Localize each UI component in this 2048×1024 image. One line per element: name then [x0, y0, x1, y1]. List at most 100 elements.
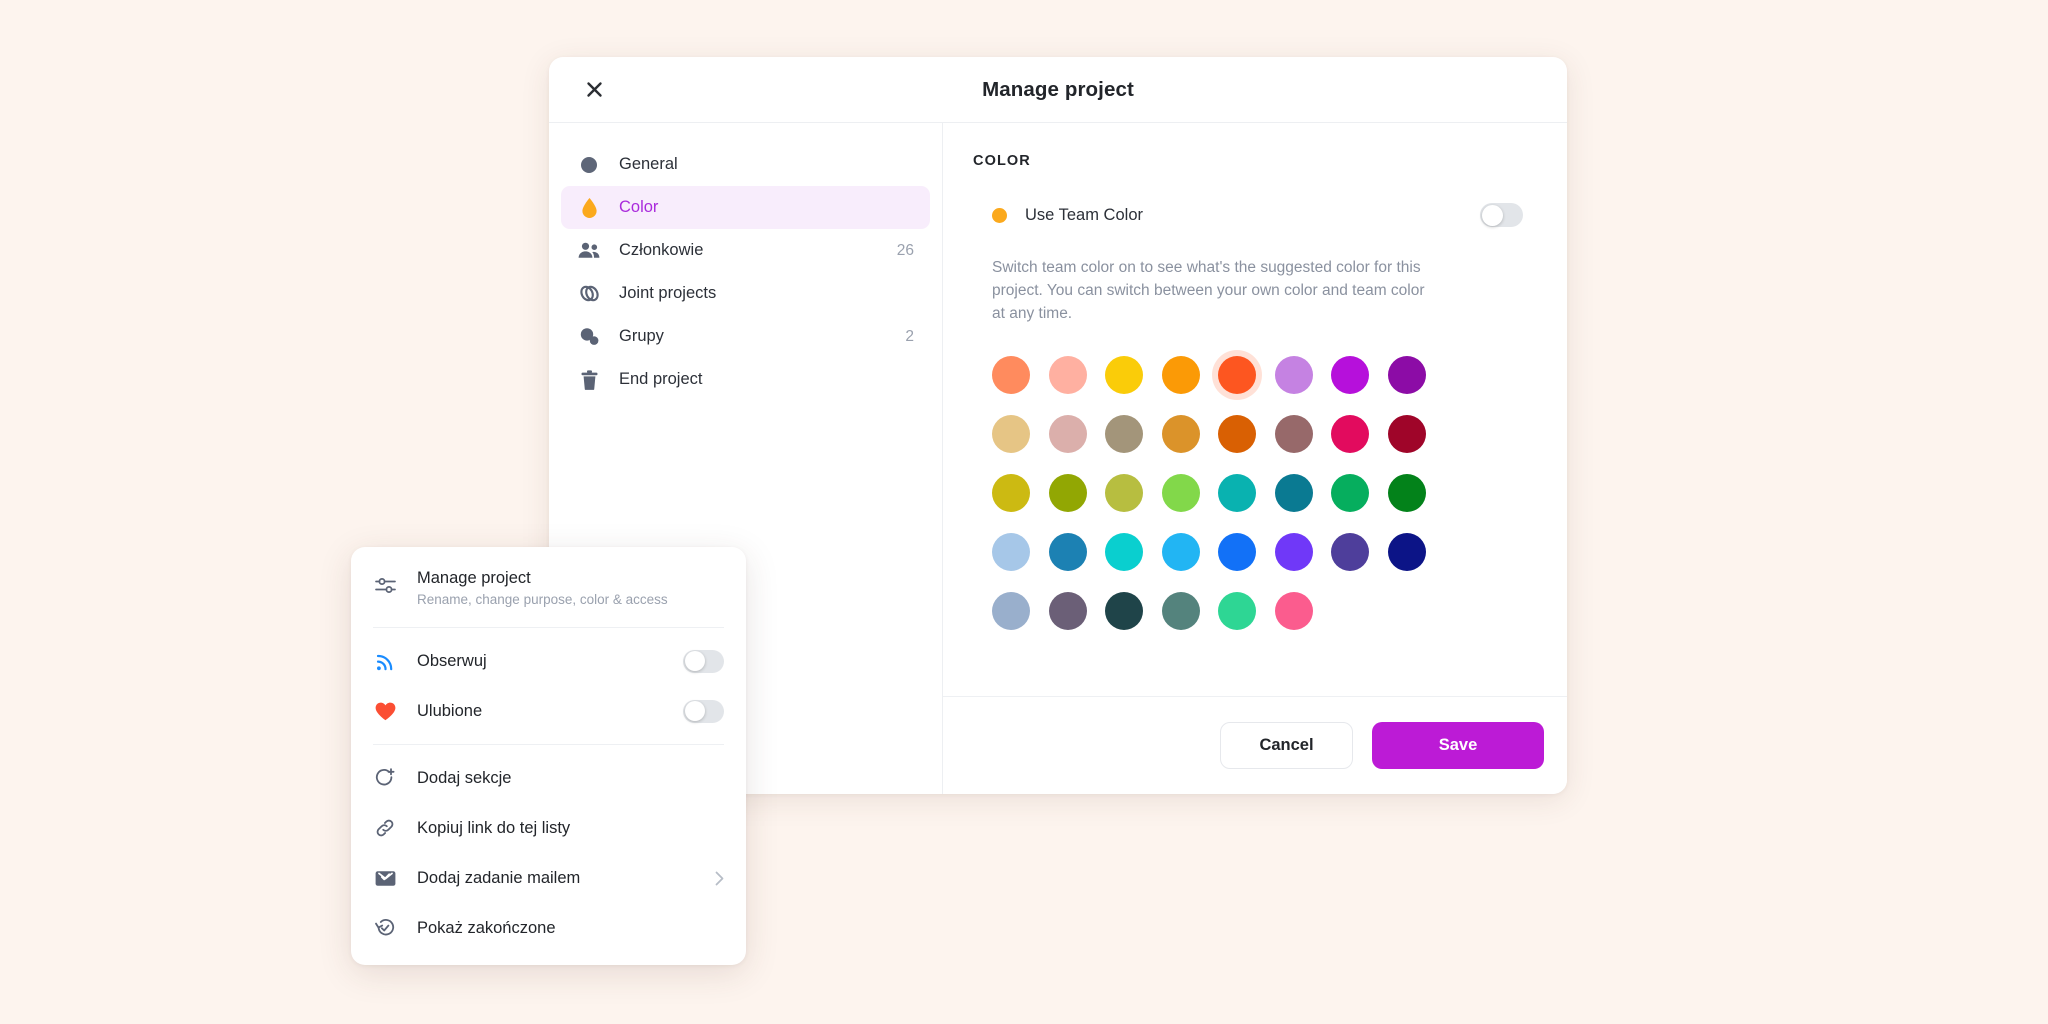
color-swatch[interactable] — [1274, 414, 1313, 453]
color-swatch-selected[interactable] — [1212, 349, 1275, 400]
color-swatch[interactable] — [1387, 414, 1426, 453]
color-swatch[interactable] — [1218, 532, 1256, 571]
sidebar-item-grupy[interactable]: Grupy 2 — [561, 315, 930, 358]
color-swatch-cell[interactable] — [992, 473, 1049, 512]
color-swatch-cell[interactable] — [1387, 473, 1445, 512]
color-swatch-cell[interactable] — [1048, 355, 1106, 394]
obserwuj-toggle[interactable] — [683, 649, 724, 673]
ulubione-toggle[interactable] — [683, 699, 724, 723]
color-swatch-cell[interactable] — [1274, 355, 1332, 394]
color-swatch-cell[interactable] — [1218, 473, 1275, 512]
color-swatch[interactable] — [1387, 473, 1426, 512]
color-swatch-cell[interactable] — [1161, 355, 1219, 394]
color-swatch-cell[interactable] — [1105, 414, 1162, 453]
color-swatch-cell[interactable] — [1161, 473, 1219, 512]
color-swatch-cell[interactable] — [1218, 414, 1275, 453]
color-swatch-cell[interactable] — [992, 355, 1049, 394]
color-swatch-cell[interactable] — [1161, 591, 1219, 630]
color-swatch-cell[interactable] — [1331, 355, 1388, 394]
color-swatch[interactable] — [1331, 532, 1369, 571]
color-swatch[interactable] — [1387, 532, 1426, 571]
color-swatch[interactable] — [1331, 473, 1369, 512]
color-swatch[interactable] — [1105, 414, 1143, 453]
sidebar-item-color[interactable]: Color — [561, 186, 930, 229]
color-swatch[interactable] — [1161, 591, 1200, 630]
color-swatch[interactable] — [1161, 473, 1200, 512]
sidebar-item-general[interactable]: General — [561, 143, 930, 186]
color-swatch-cell[interactable] — [1048, 473, 1106, 512]
color-swatch-cell[interactable] — [1331, 414, 1388, 453]
context-menu-item-dodaj-sekcje[interactable]: Dodaj sekcje — [351, 753, 746, 803]
color-swatch-cell[interactable] — [1161, 532, 1219, 571]
context-menu-item-label: Pokaż zakończone — [417, 918, 556, 937]
color-swatch-cell[interactable] — [1048, 591, 1106, 630]
color-swatch[interactable] — [1274, 473, 1313, 512]
color-swatch[interactable] — [992, 591, 1030, 630]
context-menu-item-dodaj-zadanie-mailem[interactable]: Dodaj zadanie mailem — [351, 853, 746, 903]
color-swatch[interactable] — [1161, 414, 1200, 453]
color-swatch[interactable] — [992, 473, 1030, 512]
color-swatch-cell[interactable] — [992, 414, 1049, 453]
color-swatch-cell[interactable] — [1387, 532, 1445, 571]
color-swatch[interactable] — [1048, 355, 1087, 394]
color-swatch[interactable] — [1218, 355, 1256, 394]
color-swatch-cell — [1388, 592, 1445, 630]
color-swatch[interactable] — [1048, 414, 1087, 453]
cancel-button[interactable]: Cancel — [1220, 722, 1353, 769]
color-swatch[interactable] — [992, 414, 1030, 453]
color-swatch-cell[interactable] — [1048, 414, 1106, 453]
color-swatch-cell[interactable] — [1105, 473, 1162, 512]
color-swatch[interactable] — [1161, 532, 1200, 571]
sidebar-item-czlonkowie[interactable]: Członkowie 26 — [561, 229, 930, 272]
members-icon — [577, 242, 601, 259]
color-swatch-cell[interactable] — [1331, 473, 1388, 512]
color-swatch[interactable] — [1218, 591, 1256, 630]
color-swatch[interactable] — [1331, 355, 1369, 394]
color-swatch-cell[interactable] — [1387, 355, 1445, 394]
context-menu-item-obserwuj[interactable]: Obserwuj — [351, 636, 746, 686]
context-menu-item-pokaz-zakonczone[interactable]: Pokaż zakończone — [351, 903, 746, 953]
context-menu-item-kopiuj-link[interactable]: Kopiuj link do tej listy — [351, 803, 746, 853]
color-swatch-cell[interactable] — [1274, 414, 1332, 453]
color-swatch-cell[interactable] — [1105, 355, 1162, 394]
save-button[interactable]: Save — [1372, 722, 1544, 769]
page-title: Manage project — [982, 77, 1134, 101]
color-swatch[interactable] — [1274, 591, 1313, 630]
color-swatch[interactable] — [1161, 355, 1200, 394]
color-swatch-cell[interactable] — [1161, 414, 1219, 453]
color-swatch-cell[interactable] — [1331, 532, 1388, 571]
context-menu-item-manage-project[interactable]: Manage project Rename, change purpose, c… — [351, 561, 746, 619]
color-swatch[interactable] — [1105, 355, 1143, 394]
use-team-color-toggle[interactable] — [1480, 203, 1523, 227]
color-swatch[interactable] — [1274, 355, 1313, 394]
color-swatch[interactable] — [1048, 473, 1087, 512]
color-swatch[interactable] — [1105, 532, 1143, 571]
sidebar-item-joint-projects[interactable]: Joint projects — [561, 272, 930, 315]
close-icon[interactable] — [579, 75, 609, 105]
color-swatch[interactable] — [1218, 414, 1256, 453]
color-swatch[interactable] — [1048, 532, 1087, 571]
color-swatch-cell[interactable] — [992, 532, 1049, 571]
color-swatch[interactable] — [1331, 414, 1369, 453]
color-swatch-cell[interactable] — [1105, 532, 1162, 571]
color-swatch-cell[interactable] — [1274, 473, 1332, 512]
color-swatch-cell[interactable] — [1387, 414, 1445, 453]
color-swatch-cell[interactable] — [1105, 591, 1162, 630]
context-menu-item-ulubione[interactable]: Ulubione — [351, 686, 746, 736]
color-swatch-cell[interactable] — [1048, 532, 1106, 571]
color-swatch[interactable] — [1105, 473, 1143, 512]
color-swatch-cell[interactable] — [1218, 532, 1275, 571]
color-swatch-cell[interactable] — [1218, 591, 1275, 630]
color-swatch[interactable] — [992, 532, 1030, 571]
color-swatch[interactable] — [992, 355, 1030, 394]
color-swatch[interactable] — [1387, 355, 1426, 394]
color-swatch[interactable] — [1048, 591, 1087, 630]
color-swatch[interactable] — [1218, 473, 1256, 512]
color-swatch-cell[interactable] — [1274, 532, 1332, 571]
color-swatch-cell[interactable] — [1274, 591, 1332, 630]
joint-projects-icon — [577, 283, 601, 304]
color-swatch[interactable] — [1274, 532, 1313, 571]
sidebar-item-end-project[interactable]: End project — [561, 358, 930, 401]
color-swatch-cell[interactable] — [992, 591, 1049, 630]
color-swatch[interactable] — [1105, 591, 1143, 630]
